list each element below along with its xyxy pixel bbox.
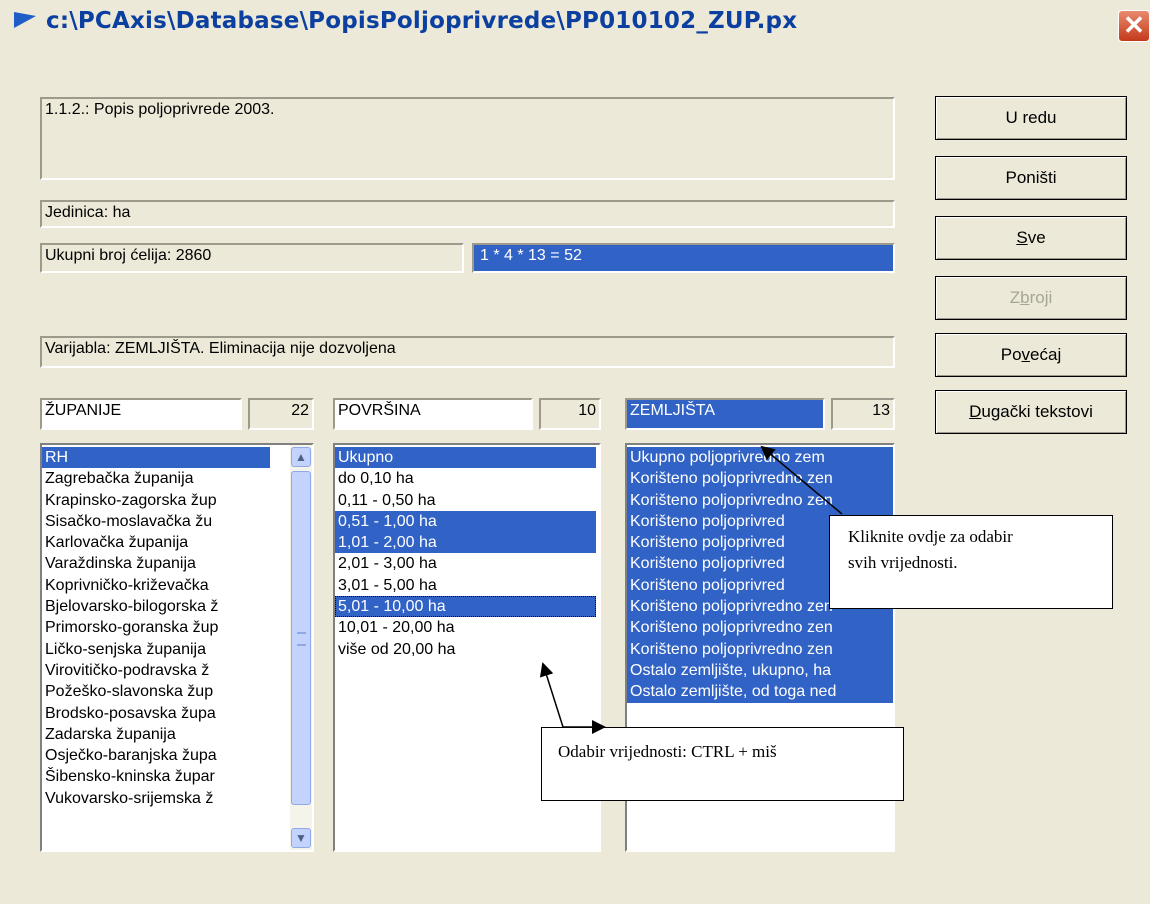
arrow-to-header	[760, 445, 843, 515]
annotation-arrows	[539, 445, 843, 734]
arrow-to-list	[539, 662, 564, 728]
